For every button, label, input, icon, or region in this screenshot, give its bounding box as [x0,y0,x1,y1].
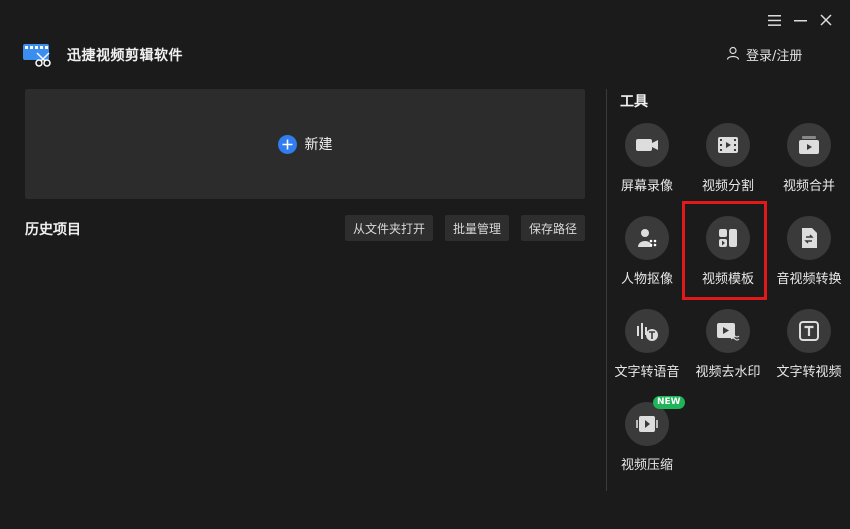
tool-video-split[interactable]: 视频分割 [688,123,768,203]
open-folder-button[interactable]: 从文件夹打开 [344,215,433,241]
save-path-button[interactable]: 保存路径 [520,215,585,241]
person-cutout-icon [625,216,669,260]
menu-icon[interactable] [766,12,782,28]
text-to-video-icon [787,309,831,353]
minimize-icon[interactable] [792,12,808,28]
history-actions: 从文件夹打开 批量管理 保存路径 [344,215,585,241]
remove-watermark-icon [706,309,750,353]
new-project-label: 新建 [304,137,333,153]
film-split-icon [706,123,750,167]
tool-person-cutout[interactable]: 人物抠像 [607,216,687,296]
new-project-button[interactable]: 新建 [25,89,585,199]
plus-icon [277,134,297,154]
video-merge-icon [787,123,831,167]
login-label: 登录/注册 [746,49,803,64]
app-logo-icon [22,42,52,68]
new-badge: NEW [653,396,685,409]
tool-text-to-speech[interactable]: 文字转语音 [607,309,687,389]
tool-text-to-video[interactable]: 文字转视频 [769,309,849,389]
close-icon[interactable] [818,12,834,28]
tools-title: 工具 [620,94,648,110]
tool-remove-watermark[interactable]: 视频去水印 [688,309,768,389]
history-title: 历史项目 [25,222,81,238]
app-window: 迅捷视频剪辑软件 登录/注册 新建 历史项目 从文件夹打开 批量管理 保存路径 … [0,0,850,529]
window-controls [766,12,834,28]
convert-icon [787,216,831,260]
camera-icon [625,123,669,167]
batch-manage-button[interactable]: 批量管理 [444,215,509,241]
app-title: 迅捷视频剪辑软件 [67,48,183,64]
tool-video-merge[interactable]: 视频合并 [769,123,849,203]
template-icon [706,216,750,260]
login-button[interactable]: 登录/注册 [726,45,802,64]
tool-video-compress[interactable]: NEW 视频压缩 [607,396,687,482]
tool-av-convert[interactable]: 音视频转换 [769,216,849,296]
tool-screen-record[interactable]: 屏幕录像 [607,123,687,203]
text-to-speech-icon [625,309,669,353]
user-icon [726,46,740,64]
tool-video-template[interactable]: 视频模板 [688,216,768,296]
